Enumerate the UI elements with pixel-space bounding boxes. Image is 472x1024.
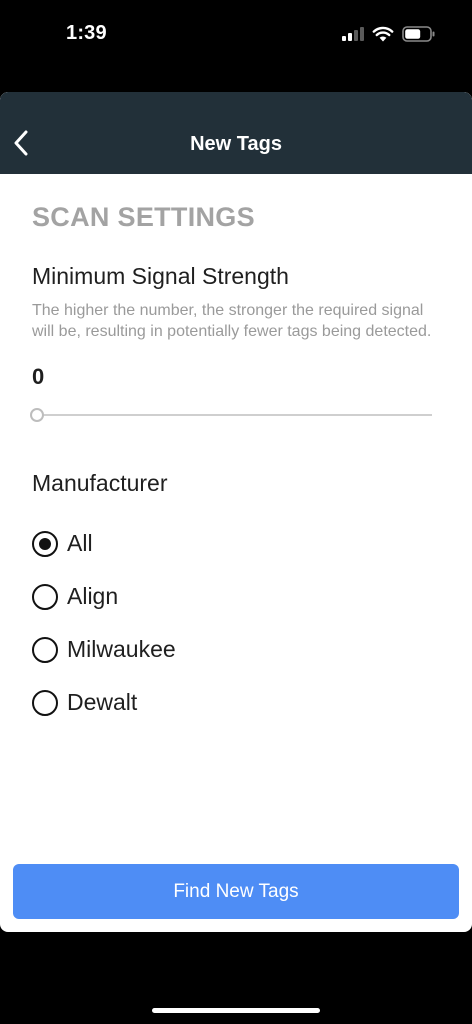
manufacturer-option-align[interactable]: Align <box>32 570 440 623</box>
manufacturer-option-dewalt[interactable]: Dewalt <box>32 676 440 729</box>
signal-icon <box>342 27 364 41</box>
radio-button[interactable] <box>32 689 58 716</box>
slider-thumb[interactable] <box>30 408 44 422</box>
find-new-tags-button[interactable]: Find New Tags <box>13 864 459 919</box>
signal-strength-slider[interactable] <box>30 406 432 424</box>
manufacturer-option-milwaukee[interactable]: Milwaukee <box>32 623 440 676</box>
radio-button[interactable] <box>32 583 58 610</box>
radio-label: Milwaukee <box>67 636 176 662</box>
radio-label: Dewalt <box>67 689 138 715</box>
navigation-bar: New Tags <box>0 92 472 174</box>
radio-button[interactable] <box>32 636 58 663</box>
new-tags-panel: New Tags SCAN SETTINGS Minimum Signal St… <box>0 92 472 932</box>
section-title: SCAN SETTINGS <box>32 202 255 232</box>
signal-strength-value: 0 <box>32 364 45 389</box>
battery-icon <box>402 26 435 42</box>
signal-strength-description: The higher the number, the stronger the … <box>32 302 432 340</box>
page-title: New Tags <box>190 133 282 155</box>
slider-track[interactable] <box>36 414 432 416</box>
manufacturer-option-all[interactable]: All <box>32 517 440 570</box>
radio-button[interactable] <box>32 530 58 557</box>
manufacturer-title: Manufacturer <box>32 470 168 496</box>
signal-strength-title: Minimum Signal Strength <box>32 263 289 289</box>
phone-screen: 1:39 New Tags SCAN SETTINGS Minimum Sign… <box>0 0 472 1024</box>
status-icons <box>342 24 436 44</box>
status-time: 1:39 <box>66 22 107 44</box>
radio-label: All <box>67 530 93 556</box>
radio-label: Align <box>67 583 119 609</box>
status-bar: 1:39 <box>0 0 472 72</box>
manufacturer-radio-group: All Align Milwaukee Dewalt <box>32 517 440 729</box>
home-indicator <box>152 1008 320 1013</box>
scan-settings-content: SCAN SETTINGS Minimum Signal Strength Th… <box>30 174 440 729</box>
wifi-icon <box>372 26 394 42</box>
